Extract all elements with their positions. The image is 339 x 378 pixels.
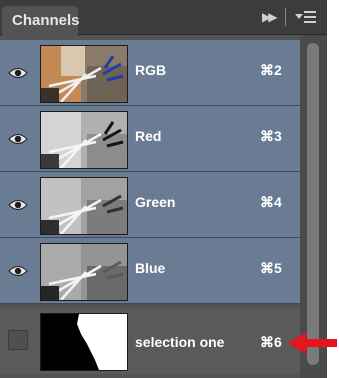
channel-row-green[interactable]: Green ⌘4	[0, 172, 300, 238]
eye-icon[interactable]	[8, 130, 28, 148]
channel-row-blue[interactable]: Blue ⌘5	[0, 238, 300, 304]
channel-thumbnail-red	[40, 111, 128, 169]
channel-thumbnail-rgb	[40, 45, 128, 103]
toolbar-divider	[285, 8, 286, 26]
channel-name: selection one	[135, 334, 225, 350]
tab-channels[interactable]: Channels	[2, 6, 80, 36]
channel-row-red[interactable]: Red ⌘3	[0, 106, 300, 172]
panel-tab-bar: Channels ▶▶	[0, 0, 327, 36]
channels-panel: Channels ▶▶ RGB ⌘2 Red ⌘3 Green ⌘4 Blue …	[0, 0, 327, 378]
channel-name: Green	[135, 194, 176, 210]
eye-icon[interactable]	[8, 262, 28, 280]
channel-row-selection-one[interactable]: selection one ⌘6	[0, 308, 300, 374]
eye-icon[interactable]	[8, 196, 28, 214]
channel-thumbnail-selection-one	[40, 313, 128, 371]
channel-name: Red	[135, 128, 162, 144]
panel-menu-icon[interactable]	[295, 7, 317, 27]
channel-shortcut: ⌘4	[260, 194, 282, 210]
channel-thumbnail-green	[40, 177, 128, 235]
channel-name: Blue	[135, 260, 166, 276]
channel-name: RGB	[135, 62, 167, 78]
scrollbar-thumb[interactable]	[307, 43, 319, 365]
channel-shortcut: ⌘2	[260, 62, 282, 78]
scrollbar[interactable]	[300, 35, 327, 378]
red-arrow-annotation	[288, 332, 337, 354]
collapse-panel-icon[interactable]: ▶▶	[262, 7, 278, 27]
channel-thumbnail-blue	[40, 243, 128, 301]
channel-row-rgb[interactable]: RGB ⌘2	[0, 40, 300, 106]
channel-shortcut: ⌘5	[260, 260, 282, 276]
eye-icon[interactable]	[8, 64, 28, 82]
channel-shortcut: ⌘6	[260, 334, 282, 350]
visibility-toggle[interactable]	[8, 330, 28, 350]
channel-shortcut: ⌘3	[260, 128, 282, 144]
